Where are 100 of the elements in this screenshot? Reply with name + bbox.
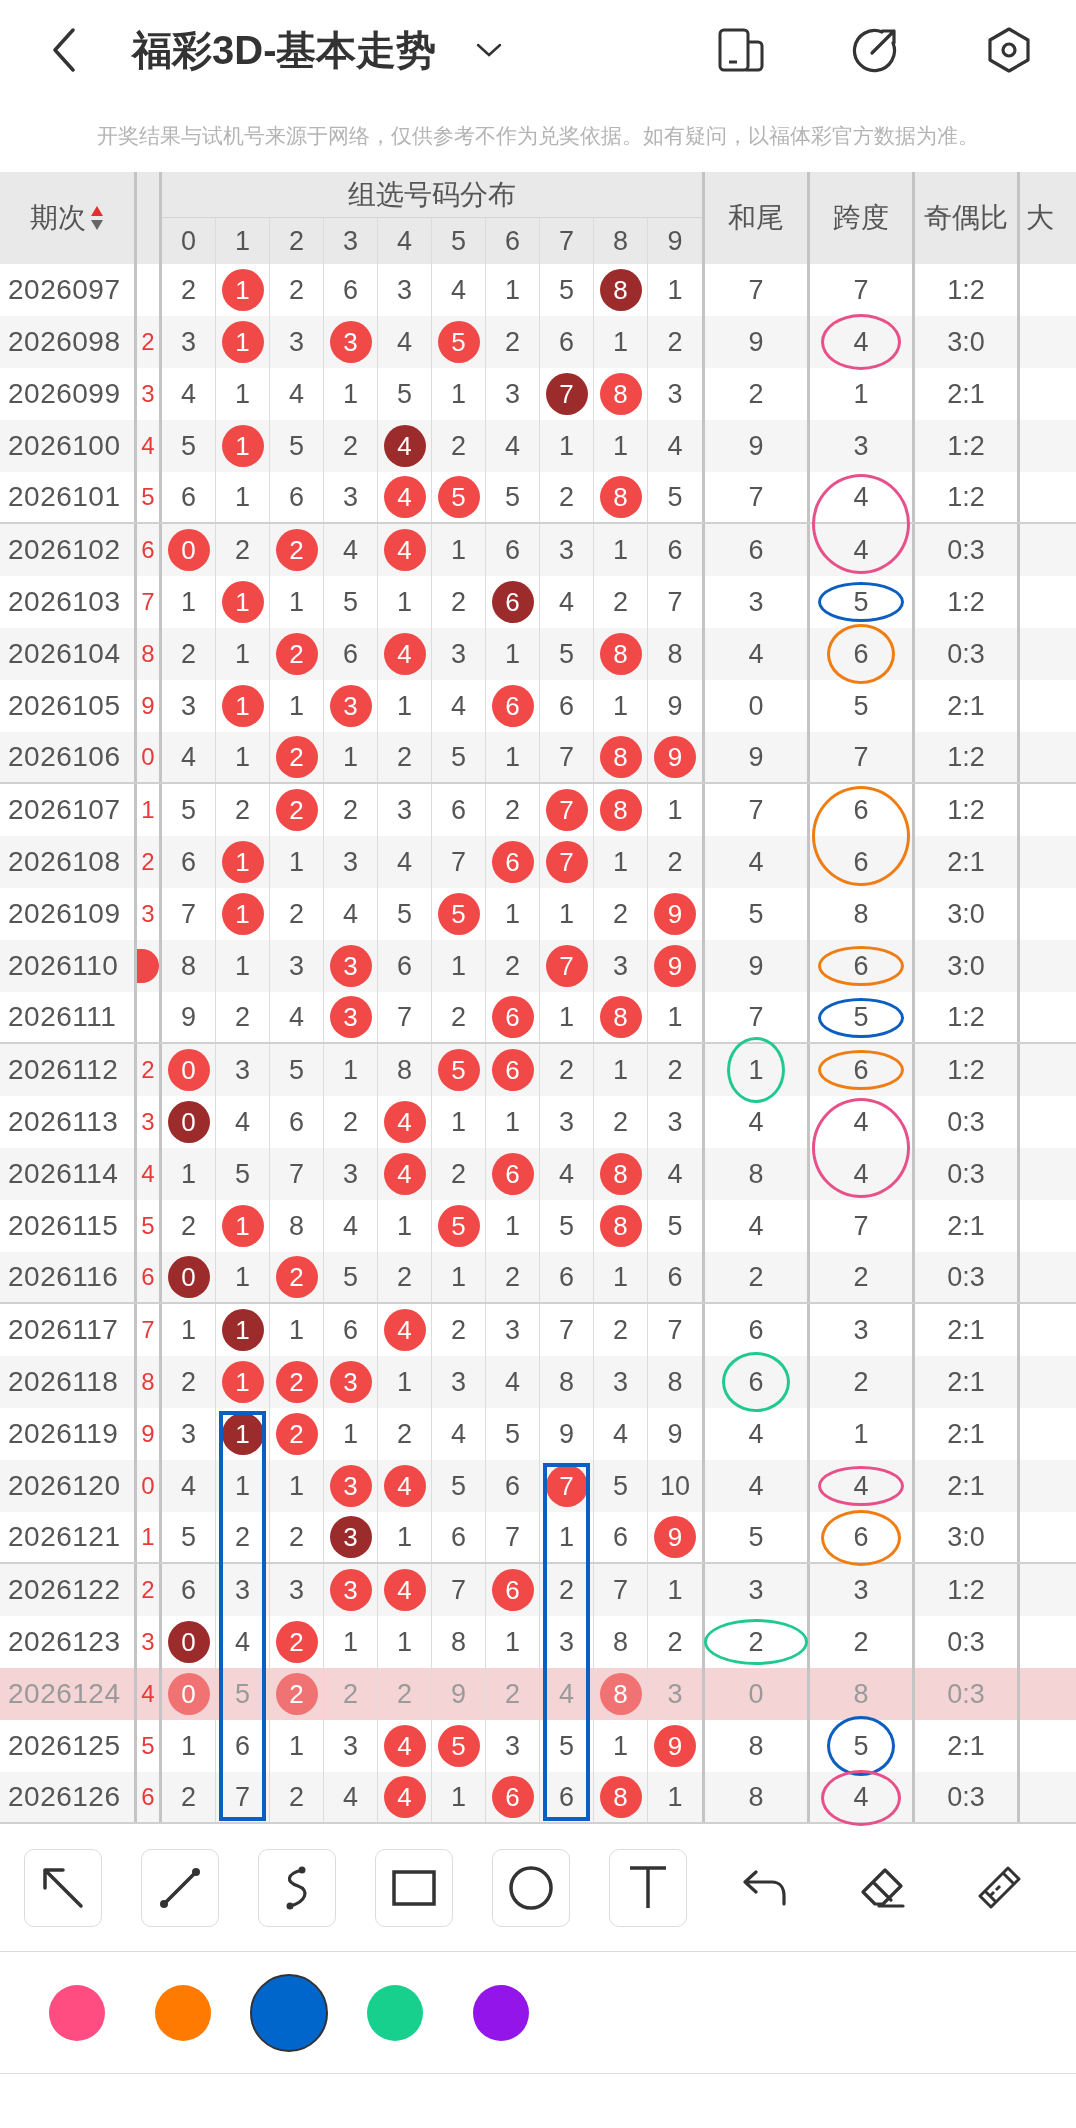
issue-number: 2026108 <box>8 846 121 878</box>
table-cell: 3 <box>289 1574 304 1606</box>
curve-tool[interactable] <box>258 1848 336 1927</box>
number-ball: 3 <box>329 321 372 363</box>
table-cell: 4 <box>397 326 412 358</box>
digit-header: 3 <box>343 225 358 257</box>
table-cell: 5 <box>181 430 196 462</box>
table-cell: 2 <box>451 1001 466 1033</box>
share-icon[interactable] <box>852 27 898 73</box>
table-cell: 7 <box>748 481 764 513</box>
back-icon[interactable] <box>52 28 76 72</box>
table-cell: 5 <box>853 586 869 618</box>
table-cell: 1 <box>289 690 304 722</box>
table-cell: 1 <box>613 326 628 358</box>
rectangle-tool[interactable] <box>375 1848 453 1927</box>
table-cell: 6 <box>559 690 574 722</box>
issue-number: 2026105 <box>8 690 121 722</box>
column-header[interactable]: 期次 <box>30 199 86 237</box>
sort-icon[interactable] <box>90 205 104 231</box>
table-cell: 3 <box>451 638 466 670</box>
table-cell: 5 <box>559 638 574 670</box>
device-icon[interactable] <box>718 28 764 72</box>
table-cell: 2:1 <box>947 690 985 722</box>
table-cell: 0:3 <box>947 638 985 670</box>
table-cell: 5 <box>141 483 155 511</box>
text-tool-icon <box>628 1865 668 1910</box>
issue-number: 2026107 <box>8 794 121 826</box>
issue-number: 2026120 <box>8 1470 121 1502</box>
table-cell: 4 <box>748 1470 764 1502</box>
table-cell: 1 <box>613 1730 628 1762</box>
table-cell: 3 <box>141 1108 155 1136</box>
table-cell: 1 <box>667 794 683 826</box>
table-cell: 1 <box>613 534 628 566</box>
number-ball: 8 <box>599 1776 642 1818</box>
table-cell: 7 <box>748 1001 764 1033</box>
table-cell: 1:2 <box>947 741 985 773</box>
chevron-down-icon[interactable] <box>476 42 503 58</box>
table-cell: 9 <box>748 326 764 358</box>
table-cell: 2 <box>748 1626 764 1658</box>
number-ball: 2 <box>275 1673 318 1715</box>
table-cell: 7 <box>748 274 764 306</box>
table-cell: 4 <box>853 326 869 358</box>
table-cell: 6 <box>853 638 869 670</box>
issue-number: 2026126 <box>8 1781 121 1813</box>
table-cell: 5 <box>141 1732 155 1760</box>
table-cell: 2 <box>141 1576 155 1604</box>
table-cell: 1 <box>289 586 304 618</box>
table-cell: 6 <box>853 846 869 878</box>
column-header: 奇偶比 <box>924 201 1008 235</box>
table-cell: 1:2 <box>947 794 985 826</box>
table-cell: 8 <box>559 1366 574 1398</box>
number-ball: 2 <box>275 1361 318 1403</box>
circle-tool[interactable] <box>492 1848 570 1927</box>
number-ball: 2 <box>275 1413 318 1455</box>
table-cell: 4 <box>289 378 304 410</box>
number-ball: 4 <box>383 1725 426 1767</box>
number-ball: 4 <box>383 1101 426 1143</box>
number-ball: 7 <box>545 1465 588 1507</box>
settings-icon[interactable] <box>986 26 1032 74</box>
number-ball: 1 <box>221 841 264 883</box>
number-ball: 6 <box>491 581 534 623</box>
text-tool[interactable] <box>609 1848 687 1927</box>
table-cell: 6 <box>181 481 196 513</box>
table-cell: 6 <box>748 1314 764 1346</box>
table-cell: 3 <box>853 430 869 462</box>
issue-number: 2026125 <box>8 1730 121 1762</box>
table-cell: 1 <box>181 1314 196 1346</box>
table-cell: 4 <box>181 741 196 773</box>
digit-header: 7 <box>559 225 574 257</box>
arrow-tool[interactable] <box>24 1848 102 1927</box>
table-cell: 4 <box>141 1680 155 1708</box>
table-cell: 2 <box>397 1678 412 1710</box>
number-ball: 9 <box>654 945 696 987</box>
table-cell: 3 <box>397 274 412 306</box>
table-cell: 1 <box>451 534 466 566</box>
table-cell: 3 <box>505 378 520 410</box>
table-cell: 5 <box>181 794 196 826</box>
number-ball: 5 <box>437 321 480 363</box>
table-cell: 9 <box>451 1678 466 1710</box>
table-cell: 1 <box>181 1730 196 1762</box>
table-cell: 5 <box>853 1001 869 1033</box>
table-cell: 5 <box>235 1158 250 1190</box>
issue-number: 2026101 <box>8 481 121 513</box>
table-cell: 1 <box>235 378 250 410</box>
table-cell: 1 <box>505 638 520 670</box>
table-cell: 4 <box>559 1678 574 1710</box>
table-cell: 7 <box>181 898 196 930</box>
table-cell: 6 <box>559 326 574 358</box>
table-cell: 1 <box>451 1781 466 1813</box>
rectangle-icon <box>392 1869 436 1906</box>
number-ball: 9 <box>654 1725 696 1767</box>
table-cell: 2 <box>667 1054 683 1086</box>
table-cell: 4 <box>667 430 683 462</box>
table-cell: 2 <box>451 586 466 618</box>
table-cell: 3 <box>181 1418 196 1450</box>
table-cell: 6 <box>559 1781 574 1813</box>
issue-number: 2026102 <box>8 534 121 566</box>
line-tool[interactable] <box>141 1848 219 1927</box>
table-cell: 2 <box>853 1626 869 1658</box>
number-ball: 5 <box>437 476 480 518</box>
